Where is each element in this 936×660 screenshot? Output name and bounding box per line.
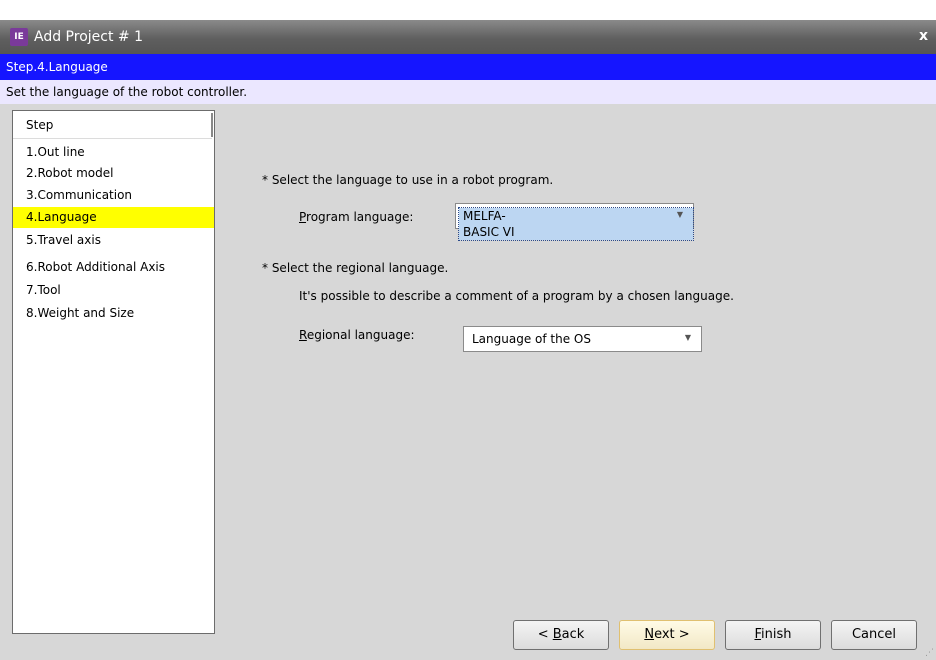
next-button[interactable]: Next > [619, 620, 715, 650]
step-description: Set the language of the robot controller… [0, 80, 936, 104]
finish-button[interactable]: Finish [725, 620, 821, 650]
step-list: Step 1.Out line 2.Robot model 3.Communic… [12, 110, 215, 634]
column-separator[interactable] [211, 113, 213, 137]
chevron-down-icon: ▼ [684, 333, 691, 342]
resize-grip-icon[interactable]: ⋰ [925, 649, 934, 658]
program-language-value: MELFA-BASIC VI [458, 207, 694, 241]
finish-button-rest: inish [761, 627, 792, 642]
regional-language-note: It's possible to describe a comment of a… [299, 289, 734, 303]
program-language-label-rest: rogram language: [306, 210, 414, 224]
back-button-rest: ack [561, 627, 585, 642]
add-project-dialog: IE Add Project # 1 x Step.4.Language Set… [0, 0, 936, 660]
step-item-robot-additional-axis[interactable]: 6.Robot Additional Axis [13, 257, 214, 278]
step-header: Step.4.Language [0, 54, 936, 80]
step-item-outline[interactable]: 1.Out line [13, 142, 214, 163]
regional-language-mnemonic: R [299, 328, 307, 342]
regional-language-prompt: * Select the regional language. [262, 261, 449, 275]
step-list-header-label: Step [26, 118, 54, 132]
back-button[interactable]: < Back [513, 620, 609, 650]
chevron-down-icon: ▼ [676, 210, 683, 219]
close-icon[interactable]: x [919, 27, 928, 45]
program-language-mnemonic: P [299, 210, 307, 224]
regional-language-select[interactable]: Language of the OS ▼ [463, 326, 702, 352]
regional-language-value: Language of the OS [472, 332, 591, 346]
back-button-mnemonic: B [552, 627, 562, 642]
regional-language-label: Regional language: [299, 326, 415, 344]
back-button-prefix: < [537, 627, 553, 642]
step-item-tool[interactable]: 7.Tool [13, 280, 214, 301]
step-item-robot-model[interactable]: 2.Robot model [13, 163, 214, 184]
step-item-language[interactable]: 4.Language [13, 207, 214, 228]
program-language-prompt: * Select the language to use in a robot … [262, 173, 554, 187]
regional-language-label-rest: egional language: [306, 328, 415, 342]
program-language-label: Program language: [299, 208, 413, 226]
step-item-weight-and-size[interactable]: 8.Weight and Size [13, 303, 214, 324]
step-item-communication[interactable]: 3.Communication [13, 185, 214, 206]
program-language-select[interactable]: MELFA-BASIC VI ▼ [455, 203, 694, 241]
next-button-mnemonic: N [644, 627, 655, 642]
top-strip [0, 0, 936, 20]
title-bar[interactable]: IE Add Project # 1 x [0, 20, 936, 54]
step-list-header: Step [13, 111, 213, 139]
window-title: Add Project # 1 [34, 29, 143, 45]
project-app-icon: IE [10, 28, 28, 46]
step-item-travel-axis[interactable]: 5.Travel axis [13, 230, 214, 251]
next-button-rest: ext > [654, 627, 690, 642]
cancel-button[interactable]: Cancel [831, 620, 917, 650]
